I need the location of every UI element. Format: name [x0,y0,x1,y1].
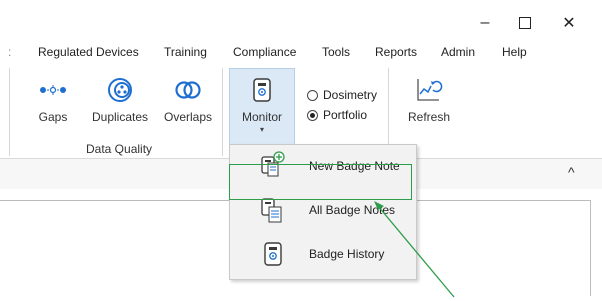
menu-item-training[interactable]: Training [164,45,207,59]
refresh-button[interactable]: Refresh [404,76,454,124]
gaps-icon [40,85,66,95]
close-button[interactable]: ✕ [549,10,589,36]
group-label-data-quality: Data Quality [86,142,153,156]
badge-history-icon [264,242,282,266]
gaps-label: Gaps [38,110,68,124]
duplicates-label: Duplicates [91,110,149,124]
monitor-button-content[interactable]: Monitor ▾ [229,76,295,134]
menu-item-compliance[interactable]: Compliance [233,45,296,59]
refresh-label: Refresh [407,110,451,124]
maximize-button[interactable] [505,10,545,36]
radio-dot [307,89,318,101]
refresh-icon [417,79,443,101]
chevron-down-icon: ▾ [259,125,264,134]
overlaps-label: Overlaps [163,110,213,124]
ribbon-separator [9,68,10,156]
maximize-icon [519,17,531,29]
duplicates-button[interactable]: Duplicates [88,76,152,124]
radio-dosimetry-label: Dosimetry [323,88,378,102]
all-badge-notes-label: All Badge Notes [309,203,396,217]
duplicates-icon [108,78,132,102]
radio-portfolio[interactable]: Portfolio [307,108,367,122]
gaps-button[interactable]: Gaps [34,76,72,124]
overlaps-icon [175,81,201,99]
ribbon-separator [388,68,389,156]
menu-item-badge-history[interactable]: Badge History [230,235,416,275]
overlaps-button[interactable]: Overlaps [162,76,214,124]
badge-history-label: Badge History [309,247,385,261]
collapse-ribbon-icon[interactable]: ^ [568,164,575,180]
menu-separator: : [8,45,12,59]
menu-item-tools[interactable]: Tools [322,45,350,59]
close-icon: ✕ [562,15,576,32]
minimize-icon: – [480,14,490,31]
ribbon-separator [222,68,223,156]
radio-dot-selected [307,109,318,121]
menu-bar: : Regulated Devices Training Compliance … [0,38,602,66]
annotation-highlight-box [229,164,412,200]
menu-item-help[interactable]: Help [502,45,527,59]
all-badge-notes-icon [261,198,282,223]
badge-icon [253,78,271,102]
menu-item-reports[interactable]: Reports [375,45,417,59]
menu-item-admin[interactable]: Admin [441,45,475,59]
minimize-button[interactable]: – [465,10,505,36]
menu-item-regulated-devices[interactable]: Regulated Devices [38,45,139,59]
monitor-label: Monitor [241,110,282,124]
radio-portfolio-label: Portfolio [323,108,368,122]
radio-dosimetry[interactable]: Dosimetry [307,88,377,102]
